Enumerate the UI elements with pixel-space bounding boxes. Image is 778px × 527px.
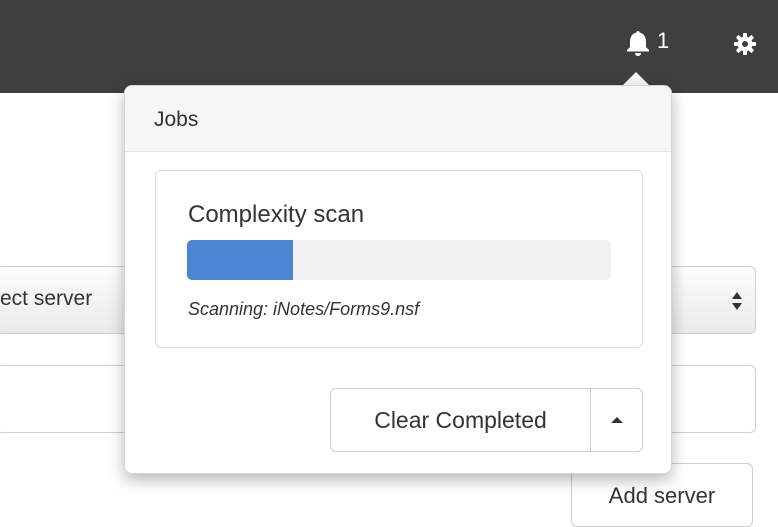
caret-up-icon: [610, 417, 623, 423]
job-card: Complexity scan Scanning: iNotes/Forms9.…: [155, 170, 643, 348]
jobs-popover: Jobs Complexity scan Scanning: iNotes/Fo…: [124, 85, 672, 474]
popover-arrow: [622, 72, 650, 86]
clear-completed-button[interactable]: Clear Completed: [330, 388, 591, 452]
clear-button-group: Clear Completed: [330, 388, 643, 452]
select-arrows-icon: [732, 292, 742, 310]
progress-bar: [187, 240, 611, 280]
job-status: Scanning: iNotes/Forms9.nsf: [188, 299, 420, 319]
popover-title: Jobs: [154, 108, 199, 131]
server-select-value: ect server: [0, 287, 93, 310]
collapse-toggle-button[interactable]: [591, 388, 643, 452]
job-title: Complexity scan: [188, 201, 365, 228]
popover-header: Jobs: [125, 86, 671, 152]
gear-icon[interactable]: [734, 33, 756, 55]
bell-icon[interactable]: [625, 29, 651, 57]
progress-fill: [187, 240, 293, 280]
notification-count: 1: [657, 28, 670, 53]
top-navbar: 1: [0, 0, 778, 93]
